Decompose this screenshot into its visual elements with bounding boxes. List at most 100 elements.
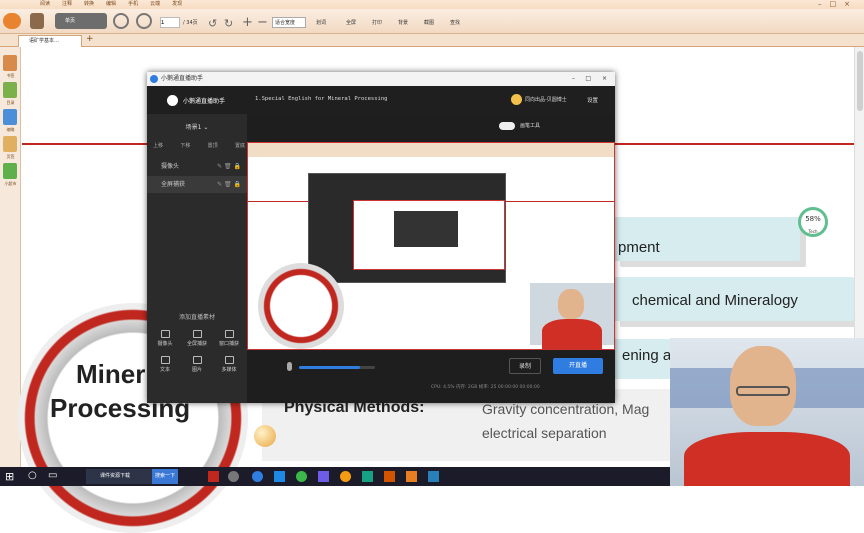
slide-bar-text: pment bbox=[618, 239, 660, 256]
bookmark-icon[interactable] bbox=[3, 55, 17, 71]
window-icon bbox=[224, 330, 234, 338]
rotate-right-icon[interactable]: ↻ bbox=[224, 17, 233, 30]
app-logo-icon[interactable] bbox=[3, 13, 21, 29]
progress-ring: 58% Tech bbox=[798, 207, 828, 237]
close-icon[interactable]: × bbox=[602, 72, 607, 86]
zoom-in-icon[interactable]: + bbox=[242, 15, 253, 30]
nested-stream-window bbox=[308, 173, 506, 283]
page-number-input[interactable] bbox=[160, 17, 180, 28]
menu-item[interactable]: 手机 bbox=[128, 0, 138, 9]
toolbar-print[interactable]: 打印 bbox=[372, 19, 382, 26]
pin-top-button[interactable]: 置顶 bbox=[208, 142, 218, 149]
app-icon[interactable] bbox=[406, 471, 417, 482]
app-icon[interactable] bbox=[208, 471, 219, 482]
menu-item[interactable]: 转换 bbox=[84, 0, 94, 9]
maximize-icon[interactable]: □ bbox=[585, 72, 591, 86]
minimize-icon[interactable]: – bbox=[572, 72, 575, 86]
close-icon[interactable]: × bbox=[844, 0, 858, 8]
user-name[interactable]: 同向出品-贝圆博士 bbox=[525, 96, 567, 103]
app-icon[interactable] bbox=[340, 471, 351, 482]
record-button[interactable]: 录制 bbox=[509, 358, 541, 374]
material-camera[interactable]: 摄像头 bbox=[151, 330, 179, 347]
app-icon[interactable] bbox=[274, 471, 285, 482]
page-tab-icon[interactable] bbox=[3, 136, 17, 152]
stream-window-titlebar: 小鹅通直播助手 – □ × bbox=[147, 72, 615, 86]
outline-icon[interactable] bbox=[3, 82, 17, 98]
scroll-thumb[interactable] bbox=[857, 51, 863, 111]
preview-toolbar bbox=[248, 143, 614, 157]
search-icon[interactable]: ○ bbox=[28, 470, 37, 481]
volume-fill bbox=[299, 366, 360, 369]
source-fullscreen[interactable]: 全屏捕获 ✎ 🗑 🔒 bbox=[147, 176, 247, 193]
maximize-icon[interactable]: □ bbox=[830, 0, 845, 8]
bullet-ball-icon bbox=[254, 425, 276, 447]
presenter-glasses bbox=[736, 386, 790, 396]
preview-slide-circle bbox=[258, 263, 344, 349]
pen-toggle[interactable] bbox=[499, 122, 515, 130]
app-icon[interactable] bbox=[384, 471, 395, 482]
go-live-button[interactable]: 开直播 bbox=[553, 358, 603, 374]
app-icon[interactable] bbox=[228, 471, 239, 482]
app-icon[interactable] bbox=[428, 471, 439, 482]
app-icon[interactable] bbox=[252, 471, 263, 482]
zoom-out-icon[interactable]: − bbox=[257, 15, 268, 30]
panel-label: 书签 bbox=[6, 73, 15, 78]
menu-item[interactable]: 阅读 bbox=[40, 0, 50, 9]
menu-item[interactable]: 云端 bbox=[150, 0, 160, 9]
scene-selector[interactable]: 场景1 ⌄ bbox=[147, 122, 247, 131]
stream-preview[interactable] bbox=[247, 142, 615, 350]
toolbar-background[interactable]: 背景 bbox=[398, 19, 408, 26]
volume-slider[interactable] bbox=[299, 366, 375, 369]
thumbnail-icon[interactable] bbox=[3, 109, 17, 125]
start-icon[interactable]: ⊞ bbox=[5, 470, 14, 483]
material-fullscreen[interactable]: 全屏捕获 bbox=[183, 330, 211, 347]
menu-item[interactable]: 注释 bbox=[62, 0, 72, 9]
taskbar-browser[interactable]: 课件资源下载 bbox=[86, 469, 152, 484]
move-down-button[interactable]: 下移 bbox=[180, 142, 190, 149]
material-media[interactable]: 多媒体 bbox=[215, 356, 243, 373]
menu-item[interactable]: 发现 bbox=[172, 0, 182, 9]
stream-header: 小鹅通直播助手 1.Special English for Mineral Pr… bbox=[147, 86, 615, 114]
presenter-head bbox=[558, 289, 584, 319]
add-material-label: 添加直播素材 bbox=[178, 314, 215, 321]
toolbar-fullscreen[interactable]: 全屏 bbox=[346, 19, 356, 26]
task-view-icon[interactable]: ▭ bbox=[48, 470, 57, 481]
menu-item[interactable]: 编辑 bbox=[106, 0, 116, 9]
document-tabbar: 语矿学基本… + bbox=[0, 34, 864, 47]
reader-menubar: 阅读 注释 转换 编辑 手机 云端 发现 bbox=[0, 0, 864, 9]
material-window[interactable]: 窗口捕获 bbox=[215, 330, 243, 347]
rotate-left-icon[interactable]: ↺ bbox=[208, 17, 217, 30]
folder-icon[interactable] bbox=[30, 13, 44, 29]
app-icon[interactable] bbox=[296, 471, 307, 482]
material-image[interactable]: 图片 bbox=[183, 356, 211, 373]
new-tab-icon[interactable]: + bbox=[86, 34, 94, 44]
pin-bottom-button[interactable]: 置底 bbox=[235, 142, 245, 149]
toolbar-screenshot[interactable]: 截图 bbox=[424, 19, 434, 26]
mic-icon[interactable] bbox=[287, 362, 292, 371]
slide-circle-text: Miner bbox=[76, 359, 146, 389]
minimize-icon[interactable]: – bbox=[818, 0, 830, 8]
forward-icon[interactable] bbox=[136, 13, 152, 29]
toolbar-find[interactable]: 查找 bbox=[450, 19, 460, 26]
zoom-select[interactable]: 适合宽度 bbox=[272, 17, 306, 28]
store-icon[interactable] bbox=[3, 163, 17, 179]
source-camera[interactable]: 摄像头 ✎ 🗑 🔒 bbox=[147, 158, 247, 175]
user-avatar[interactable] bbox=[511, 94, 522, 105]
brand-name: 小鹅通直播助手 bbox=[183, 98, 226, 105]
toolbar-highlight[interactable]: 划词 bbox=[316, 19, 326, 26]
progress-value: 58% bbox=[805, 215, 821, 223]
app-icon[interactable] bbox=[362, 471, 373, 482]
taskbar-active-app[interactable]: 搜索一下 bbox=[152, 469, 178, 484]
window-title: 小鹅通直播助手 bbox=[161, 75, 204, 82]
material-text[interactable]: 文本 bbox=[151, 356, 179, 373]
move-up-button[interactable]: 上移 bbox=[153, 142, 163, 149]
pen-toggle-label: 画笔工具 bbox=[520, 123, 541, 129]
media-icon bbox=[224, 356, 234, 364]
monitor-icon bbox=[192, 330, 202, 338]
view-mode-button[interactable]: 单页 bbox=[55, 13, 107, 29]
document-tab[interactable]: 语矿学基本… bbox=[18, 35, 82, 47]
settings-menu[interactable]: 设置 bbox=[587, 96, 598, 104]
status-text: CPU: 4.5% 内存: 2GB 帧率: 25 00:00:00 00:00:… bbox=[431, 385, 540, 390]
app-icon[interactable] bbox=[318, 471, 329, 482]
back-icon[interactable] bbox=[113, 13, 129, 29]
